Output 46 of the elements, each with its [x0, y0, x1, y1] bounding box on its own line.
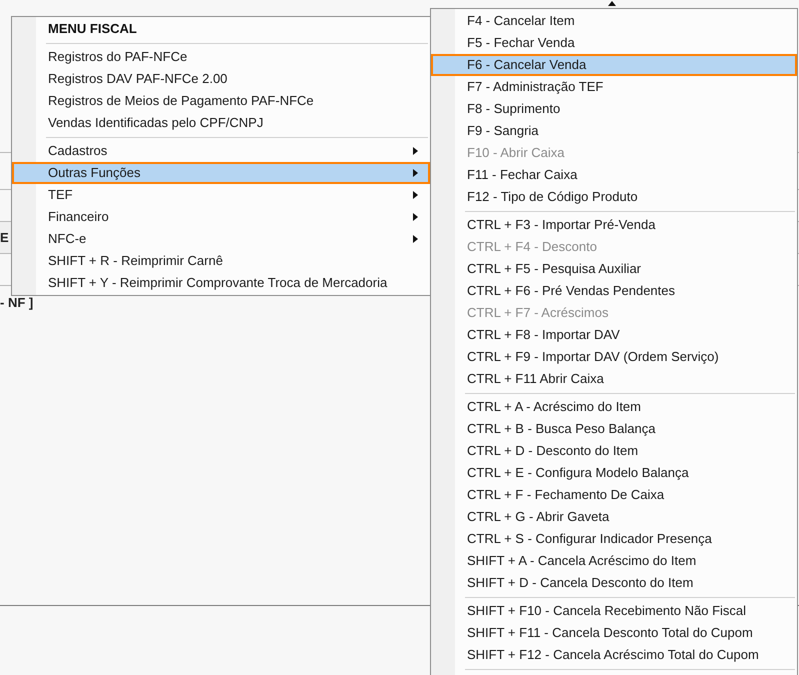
- menu-item[interactable]: SHIFT + F10 - Cancela Recebimento Não Fiscal: [431, 600, 797, 622]
- menu-item[interactable]: F11 - Fechar Caixa: [431, 164, 797, 186]
- menu-item[interactable]: CTRL + S - Configurar Indicador Presença: [431, 528, 797, 550]
- column-label: E: [0, 228, 9, 247]
- submenu-arrow-icon: [413, 147, 418, 155]
- menu-item[interactable]: CTRL + A - Acréscimo do Item: [431, 396, 797, 418]
- menu-item[interactable]: F7 - Administração TEF: [431, 76, 797, 98]
- menu-item[interactable]: CTRL + F5 - Pesquisa Auxiliar: [431, 258, 797, 280]
- menu-item[interactable]: Vendas Identificadas pelo CPF/CNPJ: [12, 112, 430, 134]
- menu-item[interactable]: SHIFT + Y - Reimprimir Comprovante Troca de Mercadoria: [12, 272, 430, 294]
- menu-item[interactable]: TEF: [12, 184, 430, 206]
- menu-item[interactable]: CTRL + B - Busca Peso Balança: [431, 418, 797, 440]
- menu-item[interactable]: CTRL + F3 - Importar Pré-Venda: [431, 214, 797, 236]
- menu-item[interactable]: NFC-e: [12, 228, 430, 250]
- menu-item[interactable]: SHIFT + F11 - Cancela Desconto Total do Cupom: [431, 622, 797, 644]
- menu-item[interactable]: Registros do PAF-NFCe: [12, 46, 430, 68]
- menu-item[interactable]: Financeiro: [12, 206, 430, 228]
- menu-item[interactable]: Cadastros: [12, 140, 430, 162]
- menu-item[interactable]: Registros de Meios de Pagamento PAF-NFCe: [12, 90, 430, 112]
- menu-item[interactable]: Outras Funções: [12, 162, 430, 184]
- submenu-arrow-icon: [413, 235, 418, 243]
- menu-item[interactable]: SHIFT + A - Cancela Acréscimo do Item: [431, 550, 797, 572]
- menu-item[interactable]: CTRL + D - Desconto do Item: [431, 440, 797, 462]
- menu-item[interactable]: F9 - Sangria: [431, 120, 797, 142]
- submenu-arrow-icon: [413, 213, 418, 221]
- menu-header: MENU FISCAL: [47, 20, 138, 38]
- menu-item[interactable]: CTRL + F - Fechamento De Caixa: [431, 484, 797, 506]
- submenu-arrow-icon: [413, 191, 418, 199]
- menu-item[interactable]: F5 - Fechar Venda: [431, 32, 797, 54]
- menu-item[interactable]: Registros DAV PAF-NFCe 2.00: [12, 68, 430, 90]
- menu-item[interactable]: F4 - Cancelar Item: [431, 10, 797, 32]
- menu-item[interactable]: CTRL + E - Configura Modelo Balança: [431, 462, 797, 484]
- menu-item[interactable]: CTRL + F11 Abrir Caixa: [431, 368, 797, 390]
- menu-item[interactable]: F8 - Suprimento: [431, 98, 797, 120]
- menu-item[interactable]: F12 - Tipo de Código Produto: [431, 186, 797, 208]
- menu-item[interactable]: SHIFT + F12 - Cancela Acréscimo Total do Cupom: [431, 644, 797, 666]
- menu-item[interactable]: CTRL + F6 - Pré Vendas Pendentes: [431, 280, 797, 302]
- scroll-up-icon: [608, 1, 616, 6]
- menu-item[interactable]: F6 - Cancelar Venda: [431, 54, 797, 76]
- menu-item[interactable]: SHIFT + R - Reimprimir Carnê: [12, 250, 430, 272]
- menu-item[interactable]: CTRL + F9 - Importar DAV (Ordem Serviço): [431, 346, 797, 368]
- menu-item[interactable]: CTRL + F8 - Importar DAV: [431, 324, 797, 346]
- menu-item[interactable]: SHIFT + D - Cancela Desconto do Item: [431, 572, 797, 594]
- section-label: - NF ]: [0, 294, 34, 312]
- submenu-arrow-icon: [413, 169, 418, 177]
- menu-item[interactable]: CTRL + G - Abrir Gaveta: [431, 506, 797, 528]
